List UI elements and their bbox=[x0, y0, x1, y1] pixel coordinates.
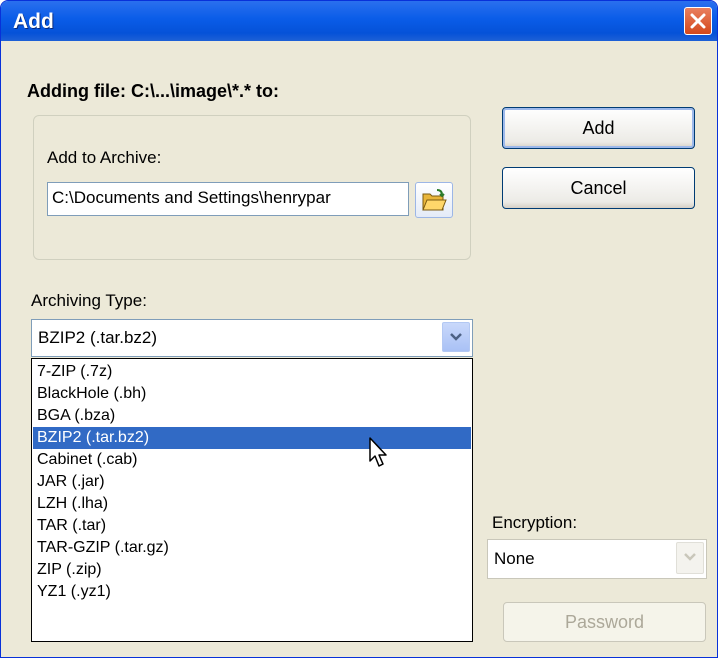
archive-path-input[interactable]: C:\Documents and Settings\henrypar bbox=[47, 182, 409, 216]
archiving-type-dropdown-list: 7-ZIP (.7z) BlackHole (.bh) BGA (.bza) B… bbox=[31, 358, 473, 642]
close-icon bbox=[690, 13, 706, 29]
archiving-type-selected-value: BZIP2 (.tar.bz2) bbox=[38, 328, 158, 347]
chevron-down-icon bbox=[450, 333, 462, 341]
archiving-type-option-7zip[interactable]: 7-ZIP (.7z) bbox=[33, 361, 471, 383]
dialog-title: Add bbox=[13, 10, 54, 33]
encryption-label: Encryption: bbox=[492, 513, 578, 532]
archiving-type-label: Archiving Type: bbox=[31, 291, 147, 310]
archiving-type-option-zip[interactable]: ZIP (.zip) bbox=[33, 559, 471, 581]
archiving-type-option-yz1[interactable]: YZ1 (.yz1) bbox=[33, 581, 471, 603]
open-folder-icon bbox=[422, 189, 447, 211]
add-button[interactable]: Add bbox=[502, 107, 695, 149]
archiving-type-option-bzip2[interactable]: BZIP2 (.tar.bz2) bbox=[33, 427, 471, 449]
title-bar[interactable]: Add bbox=[1, 1, 717, 41]
mouse-pointer-icon bbox=[369, 437, 387, 467]
close-button[interactable] bbox=[684, 7, 712, 35]
password-button[interactable]: Password bbox=[503, 602, 706, 642]
encryption-select[interactable]: None bbox=[487, 539, 707, 579]
cancel-button[interactable]: Cancel bbox=[502, 167, 695, 209]
archiving-type-dropdown-arrow[interactable] bbox=[442, 322, 470, 352]
archiving-type-select[interactable]: BZIP2 (.tar.bz2) bbox=[31, 319, 473, 357]
chevron-down-icon bbox=[684, 553, 696, 561]
archiving-type-option-blackhole[interactable]: BlackHole (.bh) bbox=[33, 383, 471, 405]
archiving-type-option-tar[interactable]: TAR (.tar) bbox=[33, 515, 471, 537]
add-dialog: Add Adding file: C:\...\image\*.* to: Ad… bbox=[0, 0, 718, 658]
adding-file-heading: Adding file: C:\...\image\*.* to: bbox=[27, 81, 279, 101]
archiving-type-option-cabinet[interactable]: Cabinet (.cab) bbox=[33, 449, 471, 471]
browse-folder-button[interactable] bbox=[415, 182, 453, 218]
archiving-type-option-tar-gzip[interactable]: TAR-GZIP (.tar.gz) bbox=[33, 537, 471, 559]
encryption-dropdown-arrow[interactable] bbox=[676, 542, 704, 574]
archiving-type-option-bga[interactable]: BGA (.bza) bbox=[33, 405, 471, 427]
archiving-type-option-lzh[interactable]: LZH (.lha) bbox=[33, 493, 471, 515]
add-to-archive-label: Add to Archive: bbox=[47, 148, 162, 167]
encryption-selected-value: None bbox=[494, 549, 535, 568]
archiving-type-option-jar[interactable]: JAR (.jar) bbox=[33, 471, 471, 493]
